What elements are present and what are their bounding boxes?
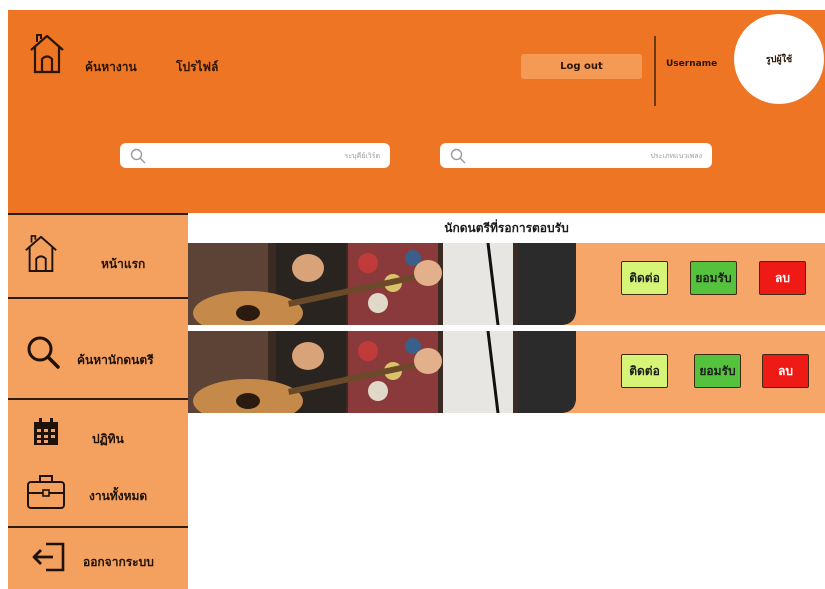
briefcase-icon bbox=[27, 475, 65, 509]
musician-photo bbox=[188, 243, 576, 325]
sidebar-item-calendar[interactable]: ปฏิทิน bbox=[8, 400, 188, 458]
keyword-search[interactable] bbox=[120, 143, 390, 168]
search-icon bbox=[130, 148, 146, 163]
header-divider bbox=[654, 36, 656, 106]
home-icon[interactable] bbox=[28, 32, 66, 74]
sidebar: หน้าแรก ค้นหานักดนตรี ปฏิทิน งานทั้งหมด … bbox=[8, 213, 188, 589]
keyword-search-input[interactable] bbox=[146, 151, 390, 160]
musician-photo bbox=[188, 331, 576, 413]
top-header: ค้นหางาน โปรไฟล์ Log out Username รูปผู้… bbox=[8, 10, 825, 213]
genre-search-input[interactable] bbox=[466, 151, 712, 160]
username-label: Username bbox=[666, 59, 718, 69]
accept-button[interactable]: ยอมรับ bbox=[690, 261, 737, 295]
home-icon bbox=[25, 235, 57, 272]
nav-find-jobs[interactable]: ค้นหางาน bbox=[85, 58, 137, 77]
nav-profile[interactable]: โปรไฟล์ bbox=[176, 58, 218, 77]
list-item: ติดต่อ ยอมรับ ลบ bbox=[188, 243, 825, 325]
sidebar-item-label: ค้นหานักดนตรี bbox=[77, 353, 154, 367]
logout-icon bbox=[32, 542, 65, 572]
page-title: นักดนตรีที่รอการตอบรับ bbox=[444, 220, 569, 235]
sidebar-item-label: ออกจากระบบ bbox=[83, 555, 154, 569]
avatar-label: รูปผู้ใช้ bbox=[765, 55, 793, 65]
sidebar-item-label: ปฏิทิน bbox=[92, 432, 124, 446]
sidebar-item-home[interactable]: หน้าแรก bbox=[8, 215, 188, 297]
sidebar-item-label: หน้าแรก bbox=[101, 257, 146, 271]
delete-button[interactable]: ลบ bbox=[759, 261, 806, 295]
logout-button[interactable]: Log out bbox=[521, 54, 642, 79]
contact-button[interactable]: ติดต่อ bbox=[621, 261, 668, 295]
sidebar-item-all-jobs[interactable]: งานทั้งหมด bbox=[8, 458, 188, 526]
calendar-icon bbox=[34, 418, 58, 445]
delete-button[interactable]: ลบ bbox=[762, 354, 809, 388]
sidebar-item-logout[interactable]: ออกจากระบบ bbox=[8, 528, 188, 589]
search-icon bbox=[450, 148, 466, 163]
contact-button[interactable]: ติดต่อ bbox=[621, 354, 668, 388]
sidebar-item-find-musicians[interactable]: ค้นหานักดนตรี bbox=[8, 299, 188, 398]
accept-button[interactable]: ยอมรับ bbox=[694, 354, 741, 388]
list-item: ติดต่อ ยอมรับ ลบ bbox=[188, 331, 825, 413]
genre-search[interactable] bbox=[440, 143, 712, 168]
sidebar-item-label: งานทั้งหมด bbox=[89, 489, 148, 503]
avatar[interactable]: รูปผู้ใช้ bbox=[734, 14, 824, 104]
search-icon bbox=[27, 336, 60, 369]
